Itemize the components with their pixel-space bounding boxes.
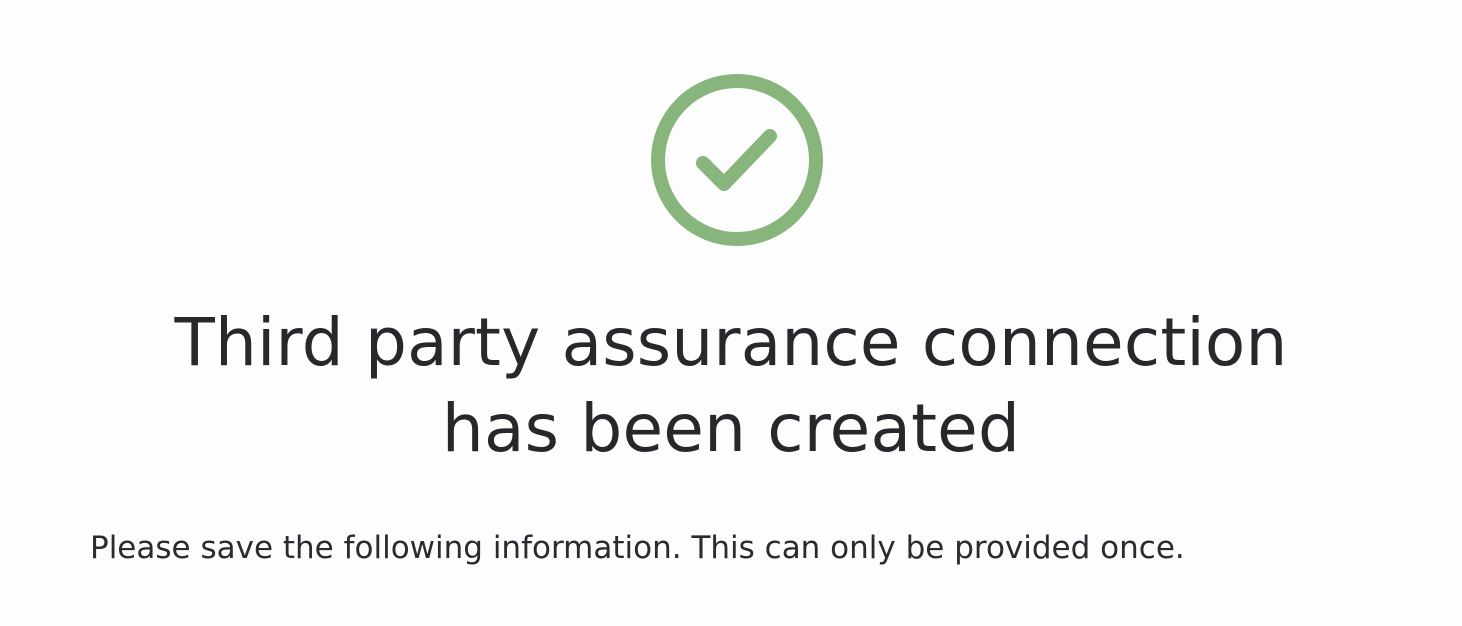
success-panel: Third party assurance connection has bee… <box>0 0 1462 626</box>
success-title: Third party assurance connection has bee… <box>40 300 1422 472</box>
check-circle-icon <box>650 73 824 247</box>
save-information-message: Please save the following information. T… <box>90 530 1185 566</box>
success-title-line-1: Third party assurance connection <box>174 304 1288 381</box>
success-title-line-2: has been created <box>441 390 1021 467</box>
